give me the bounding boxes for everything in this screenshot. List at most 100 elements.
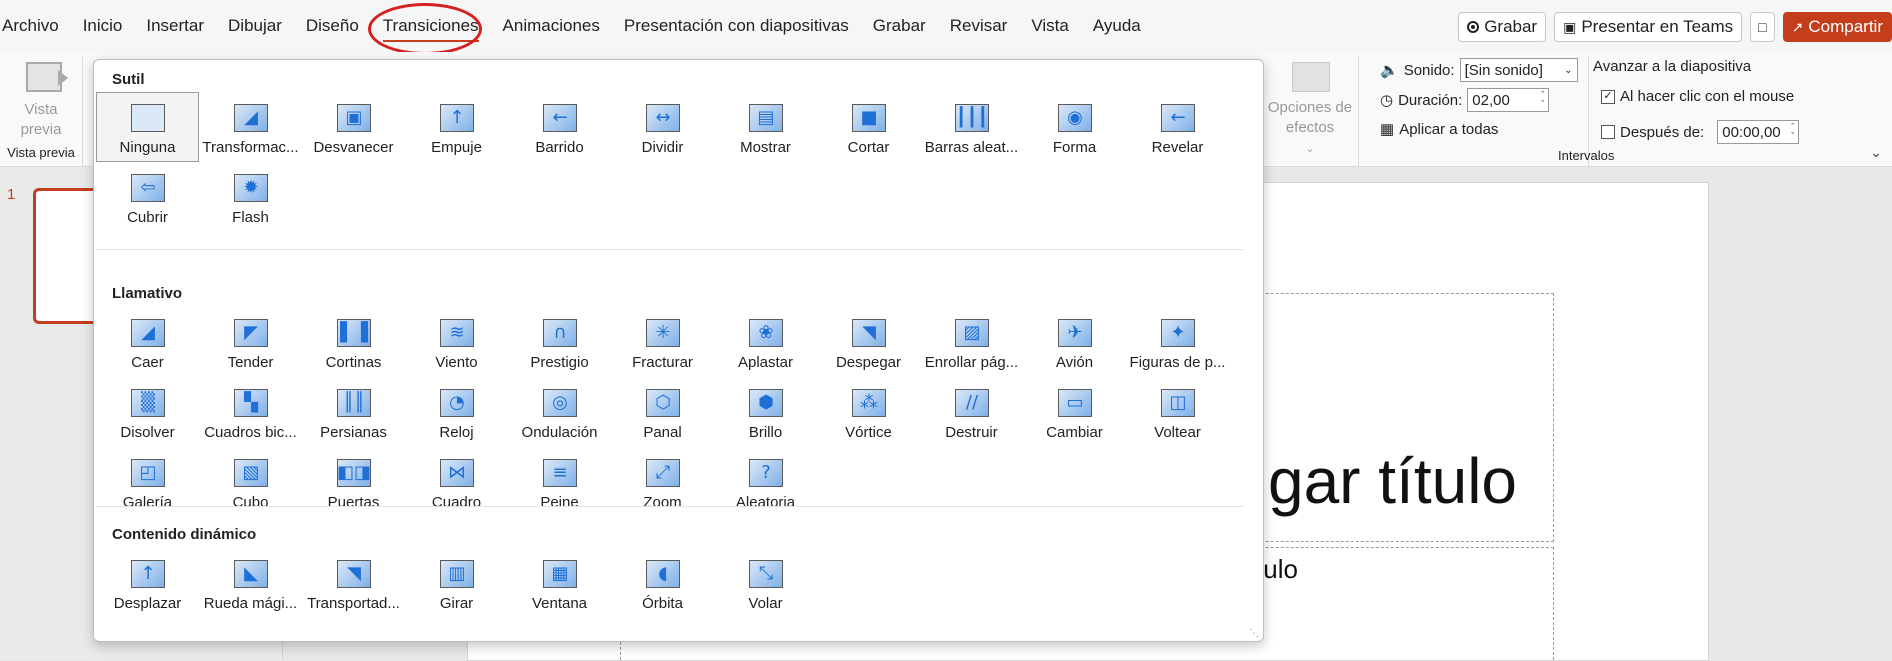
spinner-arrows-icon[interactable]: ˆˇ: [1791, 123, 1794, 141]
sound-select[interactable]: [Sin sonido] ⌄: [1459, 58, 1578, 82]
preview-button-label[interactable]: Vista previa: [0, 100, 82, 140]
after-time-spinner[interactable]: 00:00,00 ˆˇ: [1717, 120, 1800, 144]
transition-tile[interactable]: ▌▐ Cortinas: [302, 307, 405, 377]
apply-all-button[interactable]: ▦ Aplicar a todas: [1380, 120, 1499, 139]
transition-tile[interactable]: ✦ Figuras de p...: [1126, 307, 1229, 377]
transition-label: Cambiar: [1046, 424, 1103, 441]
duration-spinner[interactable]: 02,00 ˆˇ: [1467, 88, 1550, 112]
transition-tile[interactable]: ❀ Aplastar: [714, 307, 817, 377]
transition-tile[interactable]: Ninguna: [96, 92, 199, 162]
transition-tile[interactable]: ◥ Despegar: [817, 307, 920, 377]
transition-tile[interactable]: ✈ Avión: [1023, 307, 1126, 377]
transition-tile[interactable]: ⁂ Vórtice: [817, 377, 920, 447]
transition-tile[interactable]: ✹ Flash: [199, 162, 302, 232]
blinds-icon: ║║: [337, 389, 371, 417]
transition-tile[interactable]: ■ Cortar: [817, 92, 920, 162]
menu-tab-presentación-con-diapositivas[interactable]: Presentación con diapositivas: [612, 0, 861, 52]
transition-tile[interactable]: ◤ Tender: [199, 307, 302, 377]
transition-tile[interactable]: ▭ Cambiar: [1023, 377, 1126, 447]
spinner-arrows-icon[interactable]: ˆˇ: [1541, 91, 1544, 109]
on-click-label: Al hacer clic con el mouse: [1620, 88, 1795, 105]
page-curl-icon: ▨: [955, 319, 989, 347]
collapse-ribbon-icon[interactable]: ⌄: [1870, 144, 1882, 161]
menu-tab-diseño[interactable]: Diseño: [294, 0, 371, 52]
transition-tile[interactable]: ║║ Persianas: [302, 377, 405, 447]
transition-tile[interactable]: ▚ Cuadros bic...: [199, 377, 302, 447]
effect-options-icon[interactable]: [1292, 62, 1330, 92]
transition-tile[interactable]: ↑ Empuje: [405, 92, 508, 162]
push-icon: ↑: [440, 104, 474, 132]
on-click-checkbox[interactable]: ✓: [1601, 89, 1615, 104]
menu-tab-insertar[interactable]: Insertar: [134, 0, 216, 52]
apply-all-label: Aplicar a todas: [1399, 120, 1499, 138]
transition-tile[interactable]: ◎ Ondulación: [508, 377, 611, 447]
transition-tile[interactable]: ▒ Disolver: [96, 377, 199, 447]
transition-tile[interactable]: ▦ Ventana: [508, 548, 611, 618]
menu-tab-animaciones[interactable]: Animaciones: [491, 0, 612, 52]
menu-tab-ayuda[interactable]: Ayuda: [1081, 0, 1153, 52]
transition-tile[interactable]: ▨ Enrollar pág...: [920, 307, 1023, 377]
transition-tile[interactable]: ← Barrido: [508, 92, 611, 162]
share-button[interactable]: ↗ Compartir: [1782, 12, 1892, 42]
transition-label: Cuadro: [431, 494, 482, 511]
sound-label: Sonido:: [1403, 61, 1455, 79]
origami-icon-glyph: ✦: [1170, 322, 1186, 343]
transition-tile[interactable]: ✳ Fracturar: [611, 307, 714, 377]
transition-tile[interactable]: ▤ Mostrar: [714, 92, 817, 162]
transition-tile[interactable]: ⇦ Cubrir: [96, 162, 199, 232]
present-in-teams-button[interactable]: ▣ Presentar en Teams: [1554, 12, 1743, 42]
section-divider: [96, 506, 1243, 507]
preview-icon[interactable]: [26, 62, 68, 92]
transition-tile[interactable]: ◉ Forma: [1023, 92, 1126, 162]
title-text: gar título: [1267, 445, 1517, 517]
transition-tile[interactable]: ∩ Prestigio: [508, 307, 611, 377]
preview-group: Vista previa Vista previa: [0, 56, 83, 166]
transition-tile[interactable]: ← Revelar: [1126, 92, 1229, 162]
transition-tile[interactable]: ⬢ Brillo: [714, 377, 817, 447]
transition-tile[interactable]: ▣ Desvanecer: [302, 92, 405, 162]
menu-tab-revisar[interactable]: Revisar: [938, 0, 1020, 52]
comb-icon: ≡: [543, 459, 577, 487]
transition-tile[interactable]: ◢ Caer: [96, 307, 199, 377]
transition-label: Cubrir: [127, 209, 168, 226]
box-icon-glyph: ⋈: [448, 462, 466, 483]
transition-tile[interactable]: ∕∕ Destruir: [920, 377, 1023, 447]
comments-button[interactable]: □: [1750, 12, 1775, 42]
transition-label: Barras aleat...: [924, 139, 1019, 156]
pan-icon: ↑: [131, 560, 165, 588]
transition-tile[interactable]: ◫ Voltear: [1126, 377, 1229, 447]
transition-tile[interactable]: ↑ Desplazar: [96, 548, 199, 618]
after-checkbox[interactable]: [1601, 125, 1615, 139]
transition-tile[interactable]: ◥ Transportad...: [302, 548, 405, 618]
flash-icon-glyph: ✹: [243, 177, 259, 198]
menu-tab-archivo[interactable]: Archivo: [2, 0, 71, 52]
comb-icon-glyph: ≡: [552, 462, 568, 483]
transition-tile[interactable]: ┃┃┃ Barras aleat...: [920, 92, 1023, 162]
record-button[interactable]: Grabar: [1458, 12, 1547, 42]
transition-tile[interactable]: ◖ Órbita: [611, 548, 714, 618]
transition-tile[interactable]: ▥ Girar: [405, 548, 508, 618]
menu-tab-transiciones[interactable]: Transiciones: [371, 0, 491, 52]
transition-tile[interactable]: ↔ Dividir: [611, 92, 714, 162]
window-icon-glyph: ▦: [551, 563, 569, 584]
prestige-icon-glyph: ∩: [553, 322, 567, 343]
transition-tile[interactable]: ◣ Rueda mági...: [199, 548, 302, 618]
cover-icon: ⇦: [131, 174, 165, 202]
reveal-icon-glyph: ▤: [757, 107, 775, 128]
menu-tab-vista[interactable]: Vista: [1019, 0, 1081, 52]
resize-grip-icon[interactable]: ⋱: [1249, 628, 1259, 639]
effect-options-button[interactable]: Opciones de efectos ⌄: [1262, 98, 1358, 160]
transition-tile[interactable]: ⬡ Panal: [611, 377, 714, 447]
transition-tile[interactable]: ◢ Transformac...: [199, 92, 302, 162]
menu-tab-dibujar[interactable]: Dibujar: [216, 0, 294, 52]
menu-tab-grabar[interactable]: Grabar: [861, 0, 938, 52]
transition-tile[interactable]: ⤡ Volar: [714, 548, 817, 618]
transition-label: Ninguna: [119, 139, 176, 156]
transition-tile[interactable]: ≋ Viento: [405, 307, 508, 377]
random-icon: ?: [749, 459, 783, 487]
transitions-gallery: ⋱ Sutil Ninguna ◢ Transformac... ▣ Desvanecer…: [93, 59, 1264, 642]
menu-tab-inicio[interactable]: Inicio: [71, 0, 135, 52]
prestige-icon: ∩: [543, 319, 577, 347]
transition-tile[interactable]: ◔ Reloj: [405, 377, 508, 447]
transition-label: Voltear: [1154, 424, 1201, 441]
